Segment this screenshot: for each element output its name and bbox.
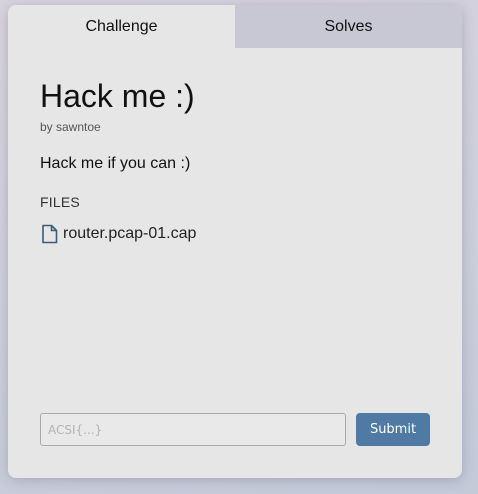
challenge-description: Hack me if you can :) xyxy=(40,155,191,172)
files-heading: FILES xyxy=(40,194,80,210)
challenge-author: by sawntoe xyxy=(40,120,101,134)
file-name: router.pcap-01.cap xyxy=(63,225,197,242)
challenge-content: Hack me :) by sawntoe Hack me if you can… xyxy=(40,5,430,478)
challenge-modal: Challenge Solves Hack me :) by sawntoe H… xyxy=(8,5,462,478)
flag-input[interactable] xyxy=(40,413,346,446)
submit-button[interactable]: Submit xyxy=(356,413,430,446)
challenge-title: Hack me :) xyxy=(40,78,195,114)
file-icon xyxy=(41,224,58,244)
file-link[interactable]: router.pcap-01.cap xyxy=(41,224,196,244)
